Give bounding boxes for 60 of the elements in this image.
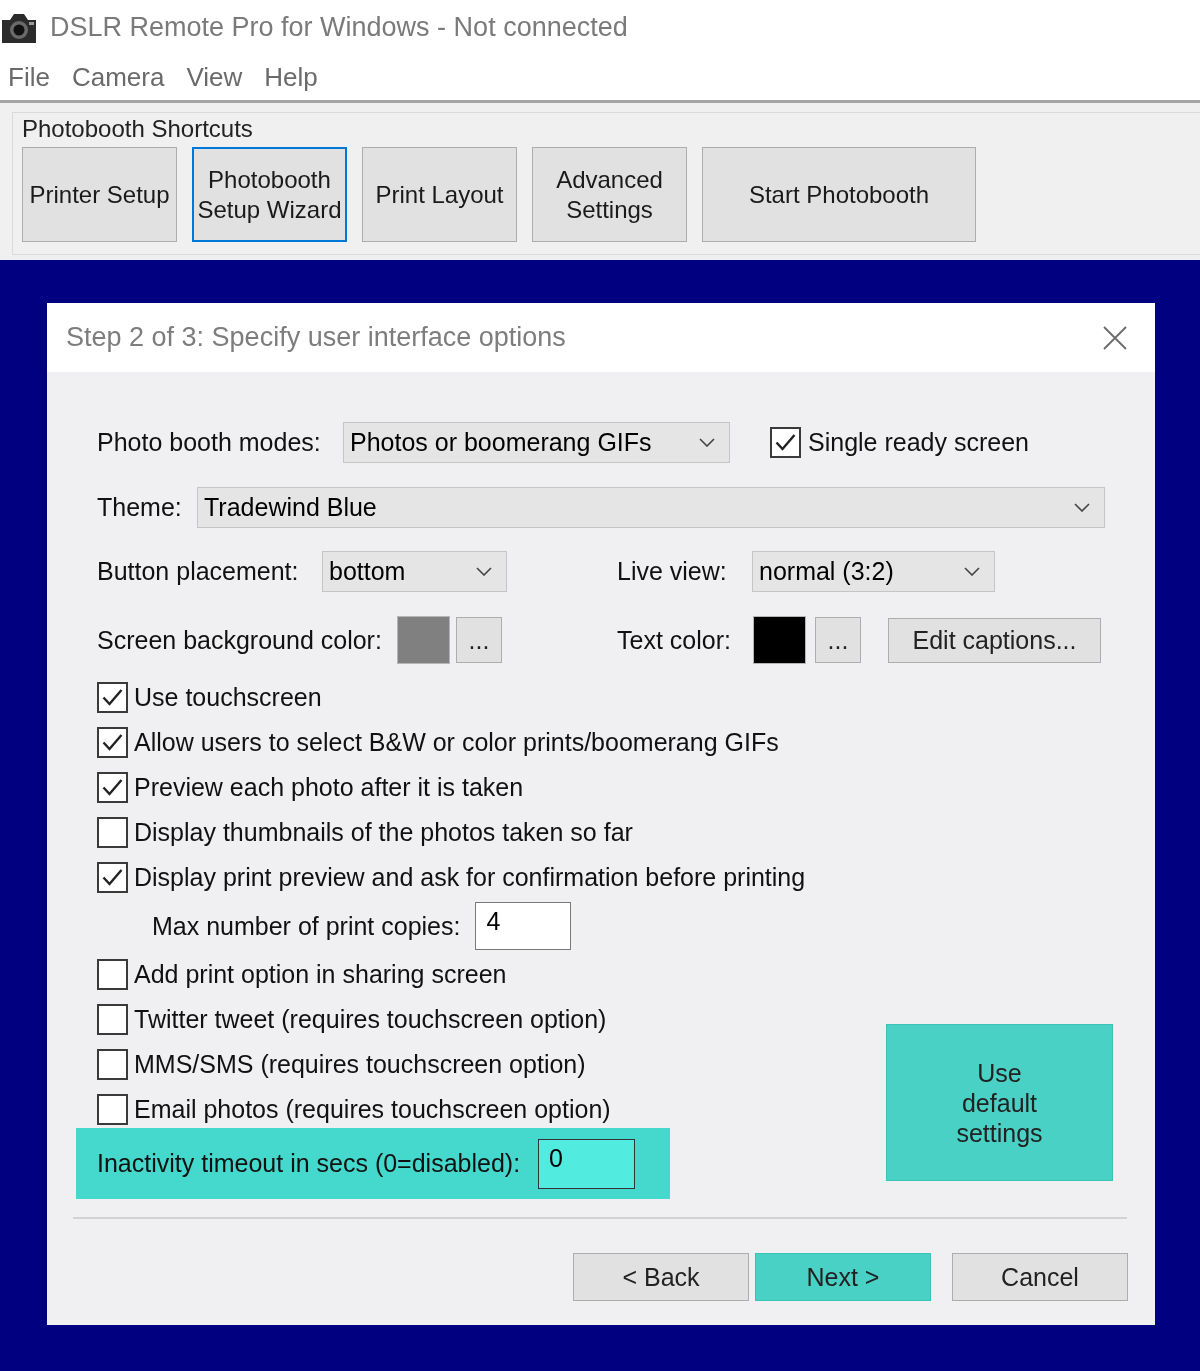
browse-button[interactable]: ... bbox=[456, 617, 502, 663]
caret-icon bbox=[964, 566, 980, 576]
wizard-button[interactable]: < Back bbox=[573, 1253, 749, 1301]
checkbox-label: Twitter tweet (requires touchscreen option) bbox=[134, 1005, 607, 1034]
checkbox-label: Allow users to select B&W or color prints/boomerang GIFs bbox=[134, 728, 779, 757]
checkbox-label: Add print option in sharing screen bbox=[134, 960, 507, 989]
swatch-icon[interactable] bbox=[753, 616, 806, 664]
wizard-button[interactable]: Cancel bbox=[952, 1253, 1128, 1301]
checkbox[interactable] bbox=[97, 1049, 128, 1080]
caret-icon bbox=[1074, 503, 1090, 512]
input-field[interactable]: 4 bbox=[475, 902, 572, 950]
checkbox-label: Display print preview and ask for confirmation before printing bbox=[134, 863, 806, 892]
close-icon[interactable] bbox=[1103, 325, 1127, 350]
wizard-button[interactable]: Next > bbox=[755, 1253, 931, 1301]
checkbox[interactable] bbox=[97, 862, 128, 893]
field-label: Screen background color: bbox=[97, 625, 383, 655]
checkbox[interactable] bbox=[97, 1094, 128, 1125]
dialog-title: Step 2 of 3: Specify user interface options bbox=[66, 322, 566, 353]
swatch-icon[interactable] bbox=[397, 616, 450, 664]
default-settings-button[interactable]: Use default settings bbox=[886, 1024, 1113, 1181]
menu-item[interactable]: Camera bbox=[71, 62, 165, 93]
field-label: Text color: bbox=[617, 625, 732, 655]
placement-dropdown[interactable]: bottom bbox=[322, 550, 507, 592]
checkbox-label: Use touchscreen bbox=[134, 683, 322, 712]
theme-dropdown[interactable]: Tradewind Blue bbox=[197, 487, 1105, 528]
field-label: Inactivity timeout in secs (0=disabled): bbox=[97, 1149, 521, 1178]
group-title: Photobooth Shortcuts bbox=[22, 115, 254, 143]
menu-item[interactable]: View bbox=[186, 62, 243, 93]
checkbox-label: Email photos (requires touchscreen option) bbox=[134, 1095, 611, 1124]
caret-icon bbox=[476, 566, 492, 576]
checkbox-label: MMS/SMS (requires touchscreen option) bbox=[134, 1050, 586, 1079]
checkbox[interactable] bbox=[97, 727, 128, 758]
shortcut-button[interactable]: Print Layout bbox=[362, 147, 517, 242]
field-label: Photo booth modes: bbox=[97, 427, 322, 457]
checkbox[interactable] bbox=[770, 426, 801, 458]
live-view-dropdown[interactable]: normal (3:2) bbox=[752, 550, 995, 592]
shortcut-button[interactable]: Printer Setup bbox=[22, 147, 177, 242]
checkbox-label: Single ready screen bbox=[808, 427, 1029, 457]
input-field[interactable]: 0 bbox=[538, 1138, 636, 1189]
shortcut-button[interactable]: Photobooth Setup Wizard bbox=[192, 147, 347, 242]
field-label: Max number of print copies: bbox=[152, 911, 461, 941]
menu-item[interactable]: File bbox=[8, 62, 50, 93]
edit-captions-button[interactable]: Edit captions... bbox=[888, 617, 1101, 663]
modes-dropdown[interactable]: Photos or boomerang GIFs bbox=[343, 421, 730, 463]
checkbox[interactable] bbox=[97, 772, 128, 803]
checkbox[interactable] bbox=[97, 682, 128, 713]
field-label: Theme: bbox=[97, 493, 183, 522]
browse-button[interactable]: ... bbox=[815, 617, 861, 663]
checkbox[interactable] bbox=[97, 817, 128, 848]
menu-item[interactable]: Help bbox=[264, 62, 318, 93]
caret-icon bbox=[699, 437, 715, 447]
shortcut-button[interactable]: Start Photobooth bbox=[702, 147, 976, 242]
checkbox-label: Preview each photo after it is taken bbox=[134, 773, 524, 802]
field-label: Live view: bbox=[617, 556, 728, 586]
field-label: Button placement: bbox=[97, 556, 300, 586]
checkbox[interactable] bbox=[97, 959, 128, 990]
checkbox-label: Display thumbnails of the photos taken so far bbox=[134, 818, 633, 847]
shortcut-button[interactable]: Advanced Settings bbox=[532, 147, 687, 242]
window-title: DSLR Remote Pro for Windows - Not connected bbox=[50, 12, 628, 43]
checkbox[interactable] bbox=[97, 1004, 128, 1035]
